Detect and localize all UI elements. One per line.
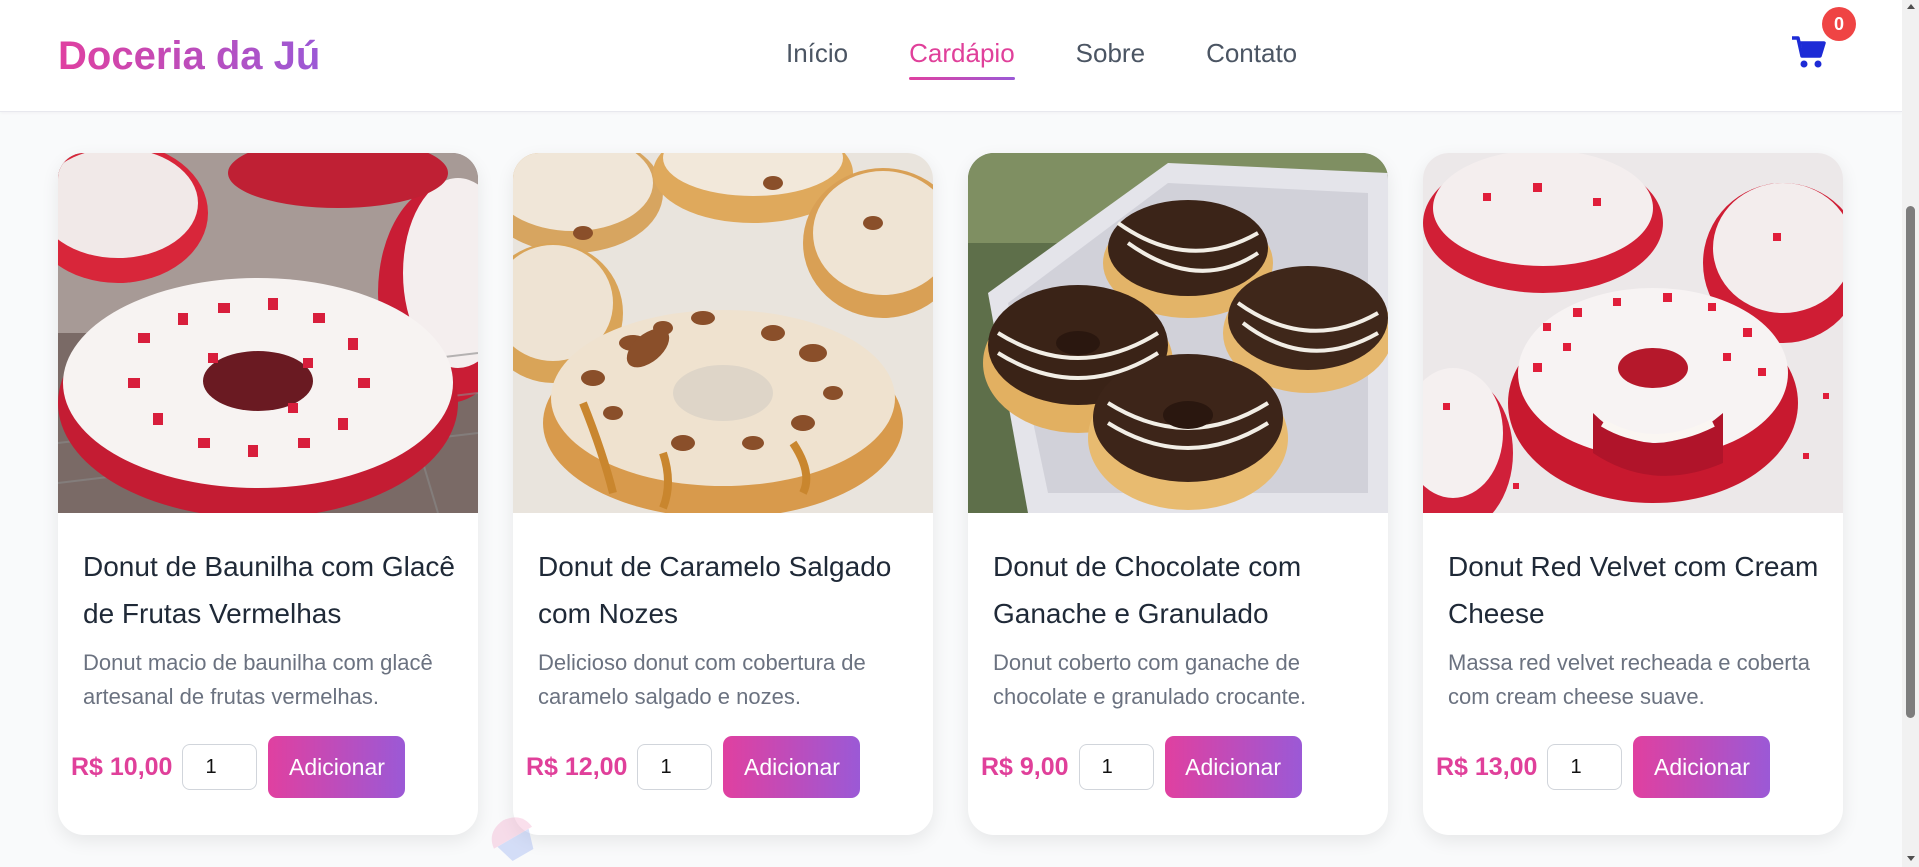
- add-to-cart-button[interactable]: Adicionar: [1633, 736, 1771, 798]
- quantity-input[interactable]: [637, 744, 713, 790]
- nav-link-inicio[interactable]: Início: [786, 36, 848, 80]
- product-card: Donut Red Velvet com Cream Cheese Massa …: [1423, 153, 1843, 835]
- scroll-up-arrow-icon[interactable]: [1907, 4, 1915, 9]
- quantity-input[interactable]: [182, 744, 258, 790]
- product-description: Delicioso donut com cobertura de caramel…: [538, 650, 866, 709]
- product-description: Donut coberto com ganache de chocolate e…: [993, 650, 1307, 709]
- quantity-input[interactable]: [1078, 744, 1154, 790]
- nav-link-cardapio[interactable]: Cardápio: [909, 36, 1015, 80]
- product-image: [968, 153, 1388, 513]
- cart-icon[interactable]: [1790, 34, 1830, 74]
- brand-logo[interactable]: Doceria da Jú: [58, 30, 320, 82]
- product-actions: R$ 13,00 Adicionar: [1436, 736, 1771, 798]
- add-to-cart-button[interactable]: Adicionar: [268, 736, 406, 798]
- nav-link-sobre[interactable]: Sobre: [1076, 36, 1145, 80]
- page-scrollbar[interactable]: [1902, 0, 1919, 867]
- product-title: Donut Red Velvet com Cream Cheese: [1448, 551, 1819, 629]
- product-title: Donut de Baunilha com Glacê de Frutas Ve…: [83, 551, 455, 629]
- product-image: [513, 153, 933, 513]
- product-card: Donut de Chocolate com Ganache e Granula…: [968, 153, 1388, 835]
- product-image: [1423, 153, 1843, 513]
- scrollbar-thumb[interactable]: [1906, 206, 1915, 718]
- product-price: R$ 13,00: [1436, 752, 1538, 781]
- product-card: Donut de Caramelo Salgado com Nozes Deli…: [513, 153, 933, 835]
- product-title: Donut de Caramelo Salgado com Nozes: [538, 551, 892, 629]
- product-info: Donut de Baunilha com Glacê de Frutas Ve…: [83, 543, 463, 714]
- quantity-input[interactable]: [1547, 744, 1623, 790]
- scroll-down-arrow-icon[interactable]: [1907, 856, 1915, 861]
- add-to-cart-button[interactable]: Adicionar: [723, 736, 861, 798]
- page: Doceria da Jú Início Cardápio Sobre Cont…: [0, 0, 1902, 867]
- product-actions: R$ 12,00 Adicionar: [526, 736, 861, 798]
- product-card: Donut de Baunilha com Glacê de Frutas Ve…: [58, 153, 478, 835]
- product-title: Donut de Chocolate com Ganache e Granula…: [993, 551, 1302, 629]
- nav-link-contato[interactable]: Contato: [1206, 36, 1297, 80]
- cart-count-badge: 0: [1822, 7, 1856, 41]
- product-price: R$ 9,00: [981, 752, 1069, 781]
- product-info: Donut Red Velvet com Cream Cheese Massa …: [1448, 543, 1828, 714]
- cupcake-decoration-icon: [482, 808, 542, 867]
- add-to-cart-button[interactable]: Adicionar: [1164, 736, 1302, 798]
- main-nav: Início Cardápio Sobre Contato: [786, 36, 1358, 80]
- product-actions: R$ 10,00 Adicionar: [71, 736, 406, 798]
- product-info: Donut de Chocolate com Ganache e Granula…: [993, 543, 1373, 714]
- product-price: R$ 12,00: [526, 752, 628, 781]
- product-info: Donut de Caramelo Salgado com Nozes Deli…: [538, 543, 918, 714]
- product-actions: R$ 9,00 Adicionar: [981, 736, 1302, 798]
- product-image: [58, 153, 478, 513]
- product-description: Massa red velvet recheada e coberta com …: [1448, 650, 1810, 709]
- product-description: Donut macio de baunilha com glacê artesa…: [83, 650, 433, 709]
- product-price: R$ 10,00: [71, 752, 173, 781]
- site-header: Doceria da Jú Início Cardápio Sobre Cont…: [0, 0, 1902, 112]
